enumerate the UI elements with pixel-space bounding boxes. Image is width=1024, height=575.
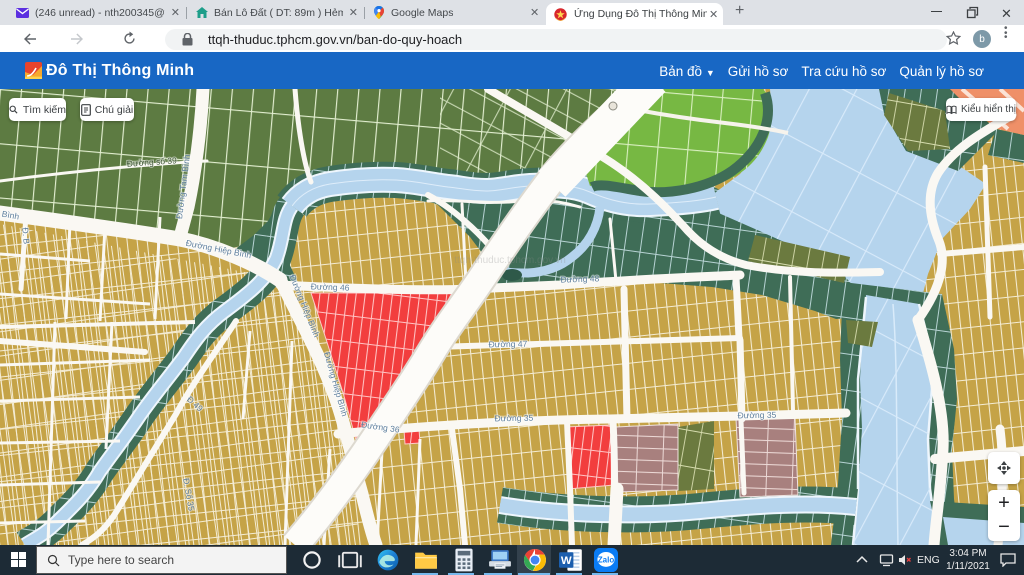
svg-text:Đ. B: Đ. B (20, 227, 31, 245)
svg-text:Đường 35: Đường 35 (738, 410, 777, 421)
svg-text:W: W (561, 555, 572, 567)
svg-text:ttqh-thuduc.tphcm.gov.vn: ttqh-thuduc.tphcm.gov.vn (454, 255, 566, 266)
svg-text:Đường 46: Đường 46 (311, 281, 350, 292)
svg-text:Đường 47: Đường 47 (489, 339, 528, 350)
svg-text:Đường 35: Đường 35 (495, 413, 534, 424)
svg-text:Đường 48: Đường 48 (560, 273, 599, 284)
svg-text:Zalo: Zalo (598, 556, 615, 565)
